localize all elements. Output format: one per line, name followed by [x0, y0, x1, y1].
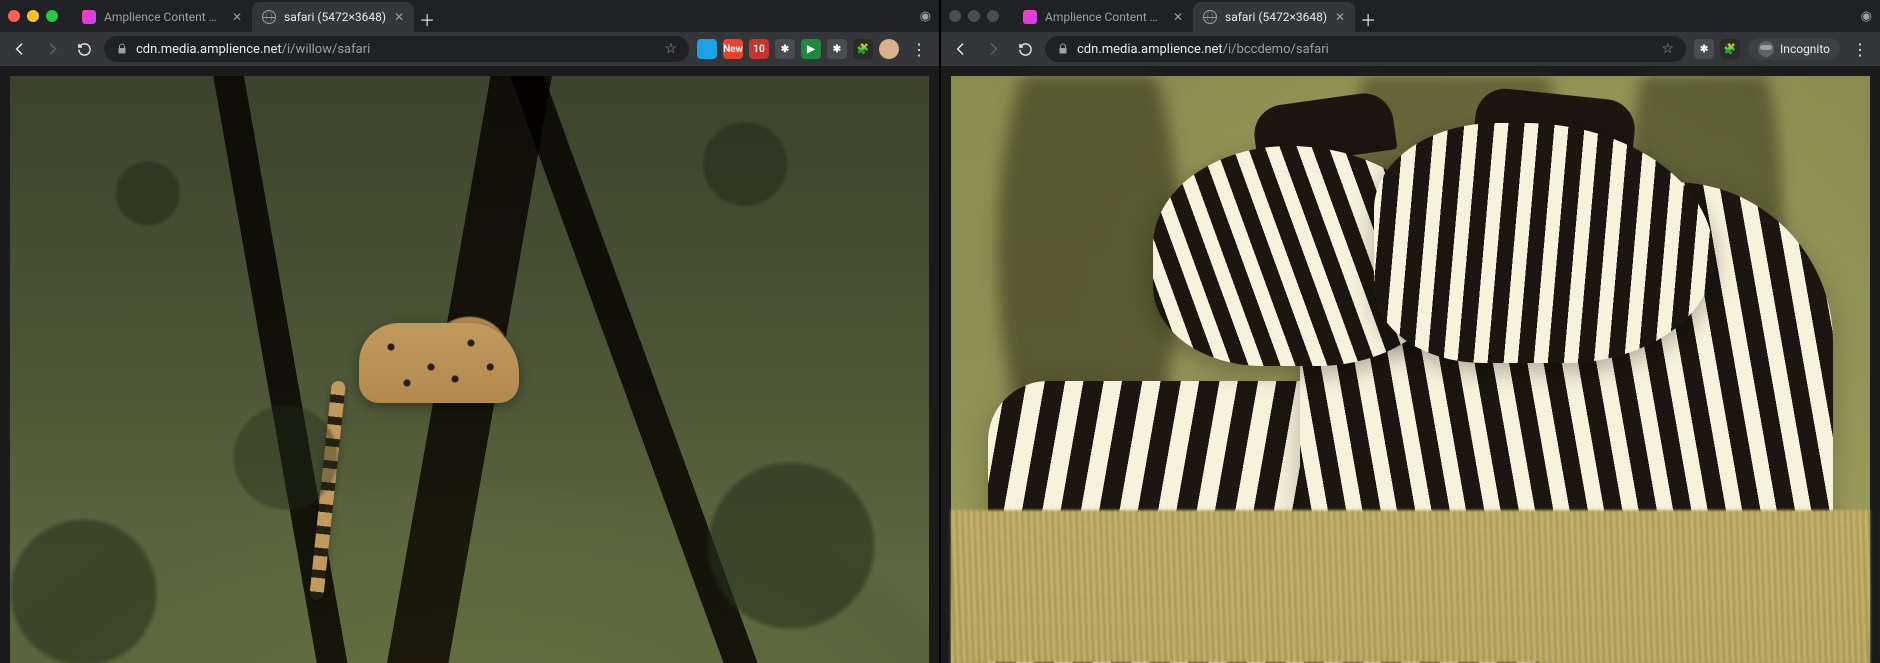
tab-strip: Amplience Content Hub ✕ safari (5472×364…: [72, 0, 914, 32]
extensions-puzzle-icon[interactable]: 🧩: [1720, 39, 1740, 59]
lock-icon: [1057, 43, 1069, 55]
reload-button[interactable]: [1013, 37, 1037, 61]
close-window-icon[interactable]: [8, 10, 20, 22]
toolbar: cdn.media.amplience.net/i/willow/safari …: [0, 32, 939, 66]
tab-amplience[interactable]: Amplience Content Hub ✕: [72, 2, 252, 32]
toolbar: cdn.media.amplience.net/i/bccdemo/safari…: [941, 32, 1880, 66]
extensions-row: ✱ 🧩: [1694, 39, 1740, 59]
desktop: Amplience Content Hub ✕ safari (5472×364…: [0, 0, 1880, 663]
extension-icon[interactable]: [697, 39, 717, 59]
titlebar: Amplience Content Hub ✕ safari (5472×364…: [0, 0, 939, 32]
close-tab-icon[interactable]: ✕: [1335, 11, 1345, 23]
tab-label: safari (5472×3648): [1225, 10, 1327, 24]
titlebar: Amplience Content Hub ✕ safari (5472×364…: [941, 0, 1880, 32]
window-controls: [8, 10, 66, 22]
url-text: cdn.media.amplience.net/i/willow/safari: [136, 42, 656, 57]
globe-favicon-icon: [1203, 10, 1217, 24]
url-text: cdn.media.amplience.net/i/bccdemo/safari: [1077, 42, 1653, 57]
close-window-icon[interactable]: [949, 10, 961, 22]
address-bar[interactable]: cdn.media.amplience.net/i/willow/safari …: [104, 36, 689, 62]
minimize-window-icon[interactable]: [968, 10, 980, 22]
reload-button[interactable]: [72, 37, 96, 61]
tab-label: Amplience Content Hub: [1045, 10, 1165, 24]
kebab-menu-icon[interactable]: ⋮: [907, 40, 931, 59]
browser-window-right: Amplience Content Hub ✕ safari (5472×364…: [939, 0, 1880, 663]
profile-avatar-icon[interactable]: [879, 39, 899, 59]
back-button[interactable]: [8, 37, 32, 61]
bookmark-star-icon[interactable]: ☆: [664, 41, 677, 57]
tab-overview-icon[interactable]: ◉: [920, 9, 931, 24]
extension-icon[interactable]: ✱: [775, 39, 795, 59]
browser-window-left: Amplience Content Hub ✕ safari (5472×364…: [0, 0, 939, 663]
close-tab-icon[interactable]: ✕: [394, 11, 404, 23]
url-path: /i/bccdemo/safari: [1223, 42, 1329, 57]
tab-label: safari (5472×3648): [284, 10, 386, 24]
extension-icon[interactable]: New: [723, 39, 743, 59]
leopard-tail-shape: [309, 381, 346, 601]
new-tab-button[interactable]: ＋: [1355, 6, 1381, 32]
close-tab-icon[interactable]: ✕: [1173, 11, 1183, 23]
extension-icon[interactable]: ✱: [827, 39, 847, 59]
url-path: /i/willow/safari: [282, 42, 371, 57]
incognito-icon: [1758, 41, 1774, 57]
zebra-head-shape: [1374, 123, 1714, 363]
lock-icon: [116, 43, 128, 55]
amplience-favicon-icon: [1023, 10, 1037, 24]
forward-button[interactable]: [40, 37, 64, 61]
extension-icon[interactable]: ▶: [801, 39, 821, 59]
window-controls: [949, 10, 1007, 22]
incognito-label: Incognito: [1780, 42, 1830, 56]
address-bar[interactable]: cdn.media.amplience.net/i/bccdemo/safari…: [1045, 36, 1686, 62]
forward-button[interactable]: [981, 37, 1005, 61]
extensions-row: New 10 ✱ ▶ ✱ 🧩: [697, 39, 899, 59]
grass-foreground-shape: [951, 510, 1870, 663]
minimize-window-icon[interactable]: [27, 10, 39, 22]
page-viewport[interactable]: [941, 66, 1880, 663]
page-viewport[interactable]: [0, 66, 939, 663]
tab-strip: Amplience Content Hub ✕ safari (5472×364…: [1013, 0, 1855, 32]
tab-safari-image[interactable]: safari (5472×3648) ✕: [252, 2, 414, 32]
kebab-menu-icon[interactable]: ⋮: [1848, 40, 1872, 59]
amplience-favicon-icon: [82, 10, 96, 24]
content-image-leopard: [10, 76, 929, 663]
bookmark-star-icon[interactable]: ☆: [1661, 41, 1674, 57]
extension-icon[interactable]: ✱: [1694, 39, 1714, 59]
url-host: cdn.media.amplience.net: [1077, 42, 1223, 57]
back-button[interactable]: [949, 37, 973, 61]
maximize-window-icon[interactable]: [46, 10, 58, 22]
close-tab-icon[interactable]: ✕: [232, 11, 242, 23]
leopard-body-shape: [359, 323, 519, 403]
tab-label: Amplience Content Hub: [104, 10, 224, 24]
new-tab-button[interactable]: ＋: [414, 6, 440, 32]
maximize-window-icon[interactable]: [987, 10, 999, 22]
incognito-chip[interactable]: Incognito: [1748, 38, 1840, 60]
globe-favicon-icon: [262, 10, 276, 24]
content-image-zebra: [951, 76, 1870, 663]
extension-icon[interactable]: 10: [749, 39, 769, 59]
tab-overview-icon[interactable]: ◉: [1861, 9, 1872, 24]
url-host: cdn.media.amplience.net: [136, 42, 282, 57]
extensions-puzzle-icon[interactable]: 🧩: [853, 39, 873, 59]
tab-safari-image[interactable]: safari (5472×3648) ✕: [1193, 2, 1355, 32]
tab-amplience[interactable]: Amplience Content Hub ✕: [1013, 2, 1193, 32]
